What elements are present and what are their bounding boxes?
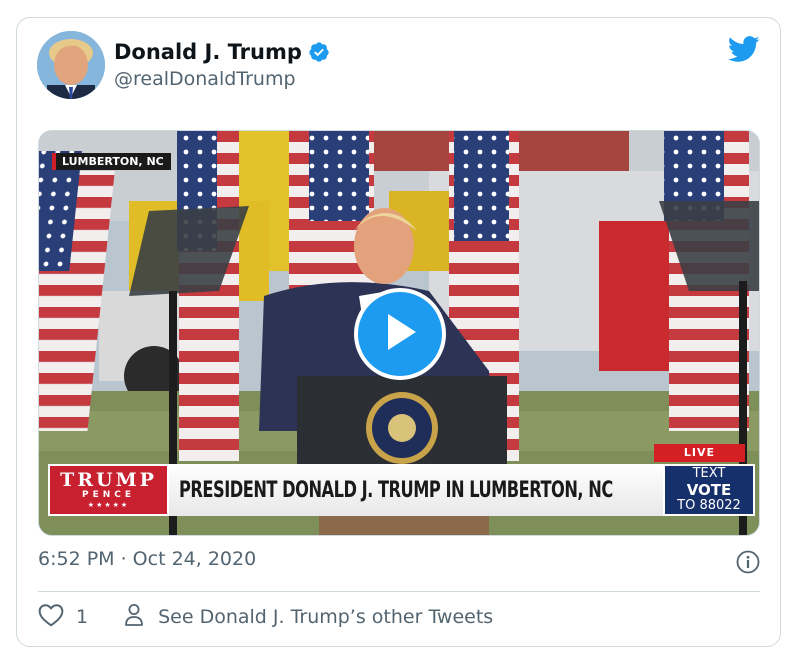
- author-display-name[interactable]: Donald J. Trump: [114, 40, 302, 64]
- location-tag: LUMBERTON, NC: [52, 153, 171, 170]
- see-other-tweets-link[interactable]: See Donald J. Trump’s other Tweets: [124, 603, 493, 631]
- campaign-logo-line2: PENCE: [81, 490, 136, 500]
- info-icon[interactable]: [736, 550, 760, 578]
- tweet-timestamp[interactable]: 6:52 PM · Oct 24, 2020: [38, 548, 256, 570]
- live-badge: LIVE: [654, 444, 745, 462]
- see-other-tweets-label: See Donald J. Trump’s other Tweets: [158, 606, 494, 628]
- like-count: 1: [76, 606, 89, 628]
- banner-headline-text: PRESIDENT DONALD J. TRUMP IN LUMBERTON, …: [179, 477, 613, 503]
- divider: [38, 591, 760, 592]
- twitter-bird-icon[interactable]: [727, 36, 760, 67]
- person-icon: [124, 603, 144, 631]
- vote-line2: VOTE: [686, 481, 732, 499]
- like-button[interactable]: 1: [38, 603, 88, 631]
- tweet-actions: 1 See Donald J. Trump’s other Tweets: [38, 603, 493, 631]
- verified-badge-icon: [308, 41, 330, 63]
- vote-line3: TO 88022: [677, 498, 741, 513]
- text-vote-box: TEXT VOTE TO 88022: [663, 464, 755, 516]
- play-icon: [382, 312, 418, 356]
- avatar[interactable]: [37, 31, 105, 99]
- author-handle[interactable]: @realDonaldTrump: [114, 68, 296, 90]
- banner-headline: PRESIDENT DONALD J. TRUMP IN LUMBERTON, …: [169, 464, 663, 516]
- tweet-card: Donald J. Trump @realDonaldTrump LUMBERT…: [16, 17, 781, 647]
- campaign-logo-stars: ★★★★★: [87, 501, 130, 509]
- campaign-logo: TRUMP PENCE ★★★★★: [48, 464, 169, 516]
- video-player[interactable]: LUMBERTON, NC LIVE TRUMP PENCE ★★★★★ PRE…: [38, 130, 760, 536]
- news-banner: TRUMP PENCE ★★★★★ PRESIDENT DONALD J. TR…: [48, 464, 755, 516]
- play-button[interactable]: [354, 288, 446, 380]
- campaign-logo-line1: TRUMP: [60, 469, 157, 491]
- heart-icon: [38, 603, 64, 631]
- vote-line1: TEXT: [692, 466, 726, 481]
